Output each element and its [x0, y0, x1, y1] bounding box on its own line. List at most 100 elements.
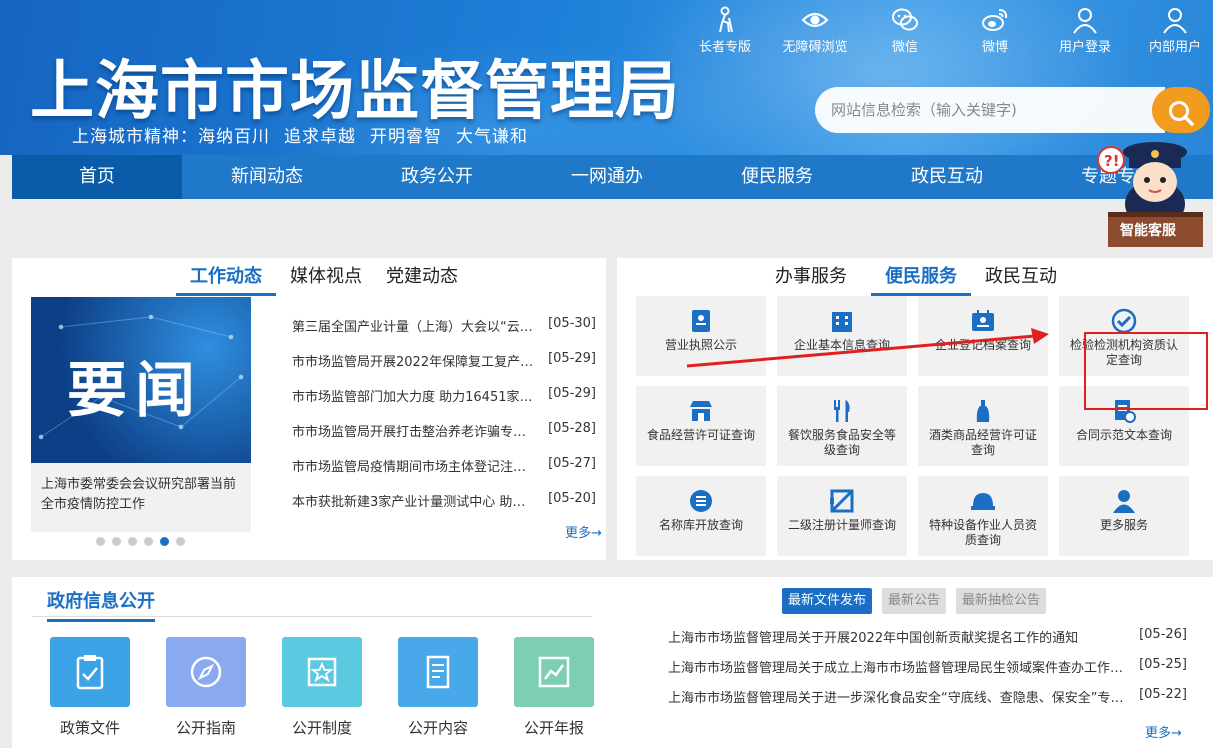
elder-version-link[interactable]: 长者专版: [680, 2, 770, 55]
list-item[interactable]: 市市场监管局开展2022年保障复工复产专项行动[05-29]: [282, 351, 596, 386]
gov-policy-documents[interactable]: 政策文件: [50, 637, 130, 738]
news-tabs: 工作动态 媒体视点 党建动态: [176, 262, 482, 296]
carousel-dot[interactable]: [144, 537, 153, 546]
service-more[interactable]: 更多服务: [1059, 476, 1189, 556]
top-links: 长者专版 无障碍浏览 微信 微博 用户登录 内部用户: [680, 2, 1213, 55]
news-more-link[interactable]: 更多→: [565, 522, 602, 541]
tab-work-news[interactable]: 工作动态: [176, 262, 276, 296]
document-icon: [426, 655, 450, 689]
list-item[interactable]: 上海市市场监督管理局关于进一步深化食品安全“守底线、查隐患、保安全”专项行动的通…: [652, 687, 1187, 717]
nav-services[interactable]: 便民服务: [692, 155, 862, 199]
list-item[interactable]: 市市场监管局开展打击整治养老诈骗专项行动[05-28]: [282, 421, 596, 456]
gov-public-content[interactable]: 公开内容: [398, 637, 478, 738]
nav-home[interactable]: 首页: [12, 155, 182, 199]
gov-annual-report[interactable]: 公开年报: [514, 637, 594, 738]
weibo-link[interactable]: 微博: [950, 2, 1040, 55]
news-panel: 工作动态 媒体视点 党建动态 要闻 上海市委常委会会议研究部署当前全市疫情防控工…: [12, 258, 606, 560]
search-icon: [1169, 101, 1194, 126]
smart-service-agent[interactable]: ?! 智能客服: [1093, 142, 1213, 247]
nav-gov-affairs[interactable]: 政务公开: [352, 155, 522, 199]
service-liquor-license[interactable]: 酒类商品经营许可证查询: [918, 386, 1048, 466]
tab-media-view[interactable]: 媒体视点: [290, 262, 362, 296]
files-more-link[interactable]: 更多→: [1145, 722, 1182, 741]
service-name-database[interactable]: 名称库开放查询: [636, 476, 766, 556]
eye-icon: [801, 12, 829, 28]
tab-convenience-service[interactable]: 便民服务: [871, 262, 971, 296]
tab-latest-files[interactable]: 最新文件发布: [782, 588, 873, 614]
shop-icon: [690, 401, 712, 421]
tab-citizen-interaction[interactable]: 政民互动: [985, 262, 1057, 296]
site-title[interactable]: 上海市市场监督管理局: [30, 40, 680, 132]
highlight-box: [1084, 332, 1208, 410]
list-item[interactable]: 市市场监管局疫情期间市场主体登记注册工作[05-27]: [282, 456, 596, 491]
carousel-dot[interactable]: [128, 537, 137, 546]
carousel-dot-active[interactable]: [160, 537, 169, 546]
gov-public-guide[interactable]: 公开指南: [166, 637, 246, 738]
agent-mascot-icon: ?! 智能客服: [1097, 142, 1203, 247]
gov-public-system[interactable]: 公开制度: [282, 637, 362, 738]
tab-office-service[interactable]: 办事服务: [775, 262, 847, 296]
main-nav: 首页 新闻动态 政务公开 一网通办 便民服务 政民互动 专题专栏: [12, 155, 1213, 199]
compass-icon: [190, 656, 222, 688]
list-icon: [690, 490, 712, 512]
city-slogan: 上海城市精神：海纳百川 追求卓越 开明睿智 大气谦和: [72, 127, 528, 147]
search-input[interactable]: [815, 87, 1165, 133]
cutlery-icon: [834, 400, 850, 422]
nav-news[interactable]: 新闻动态: [182, 155, 352, 199]
list-item[interactable]: 上海市市场监督管理局关于开展2022年中国创新贡献奖提名工作的通知[05-26]: [652, 627, 1187, 657]
nav-interaction[interactable]: 政民互动: [862, 155, 1032, 199]
license-icon: [692, 310, 710, 332]
person-icon: [1113, 490, 1135, 513]
helmet-icon: [971, 493, 995, 510]
tab-latest-notices[interactable]: 最新公告: [882, 588, 947, 614]
tab-latest-inspection-notices[interactable]: 最新抽检公告: [956, 588, 1047, 614]
service-special-equipment[interactable]: 特种设备作业人员资质查询: [918, 476, 1048, 556]
service-catering-safety-level[interactable]: 餐饮服务食品安全等级查询: [777, 386, 907, 466]
internal-user-link[interactable]: 内部用户: [1130, 2, 1213, 55]
tab-party-news[interactable]: 党建动态: [386, 262, 458, 296]
chart-icon: [538, 656, 570, 688]
svg-text:?!: ?!: [1104, 152, 1120, 170]
news-list: 第三届全国产业计量（上海）大会以“云上”方式召开[05-30] 市市场监管局开展…: [282, 316, 596, 526]
user-icon: [1163, 8, 1187, 34]
headline-image-text: 要闻: [67, 356, 203, 426]
clipboard-icon: [76, 655, 104, 690]
service-business-license[interactable]: 营业执照公示: [636, 296, 766, 376]
service-tabs: 办事服务 便民服务 政民互动: [775, 262, 1081, 296]
list-item[interactable]: 本市获批新建3家产业计量测试中心 助力产业发展[05-20]: [282, 491, 596, 526]
svg-text:智能客服: 智能客服: [1119, 222, 1177, 239]
carousel-dot[interactable]: [96, 537, 105, 546]
check-badge-icon: [1111, 308, 1137, 334]
site-search: [815, 87, 1210, 133]
service-metrologist-query[interactable]: 二级注册计量师查询: [777, 476, 907, 556]
headline-carousel[interactable]: 要闻 上海市委常委会会议研究部署当前全市疫情防控工作: [31, 297, 251, 532]
wechat-icon: [892, 8, 918, 31]
measure-icon: [830, 489, 854, 513]
list-item[interactable]: 第三届全国产业计量（上海）大会以“云上”方式召开[05-30]: [282, 316, 596, 351]
service-enterprise-info[interactable]: 企业基本信息查询: [777, 296, 907, 376]
weibo-icon: [982, 9, 1008, 31]
archive-icon: [972, 310, 994, 331]
user-icon: [1073, 8, 1097, 34]
service-panel: 办事服务 便民服务 政民互动 营业执照公示 企业基本信息查询 企业登记档案查询 …: [617, 258, 1213, 560]
list-item[interactable]: 市市场监管部门加大力度 助力16451家企业复工[05-29]: [282, 386, 596, 421]
headline-image: 要闻: [31, 297, 251, 463]
section-title[interactable]: 政府信息公开: [47, 587, 155, 622]
carousel-dot[interactable]: [176, 537, 185, 546]
accessibility-link[interactable]: 无障碍浏览: [770, 2, 860, 55]
file-tabs: 最新文件发布 最新公告 最新抽检公告: [782, 588, 1056, 614]
bottle-icon: [976, 400, 990, 422]
list-item[interactable]: 上海市市场监督管理局关于成立上海市市场监督管理局民生领域案件查办工作专班的通知[…: [652, 657, 1187, 687]
wechat-link[interactable]: 微信: [860, 2, 950, 55]
star-icon: [307, 657, 337, 687]
user-login-link[interactable]: 用户登录: [1040, 2, 1130, 55]
elder-icon: [719, 6, 733, 33]
nav-one-stop[interactable]: 一网通办: [522, 155, 692, 199]
gov-info-panel: 政府信息公开 政策文件 公开指南 公开制度 公开内容 公开年报 最新文件发布 最…: [12, 577, 1213, 748]
service-registration-archive[interactable]: 企业登记档案查询: [918, 296, 1048, 376]
service-food-license[interactable]: 食品经营许可证查询: [636, 386, 766, 466]
search-button[interactable]: [1152, 87, 1210, 133]
headline-caption[interactable]: 上海市委常委会会议研究部署当前全市疫情防控工作: [31, 463, 251, 532]
carousel-dots: [96, 537, 192, 546]
carousel-dot[interactable]: [112, 537, 121, 546]
